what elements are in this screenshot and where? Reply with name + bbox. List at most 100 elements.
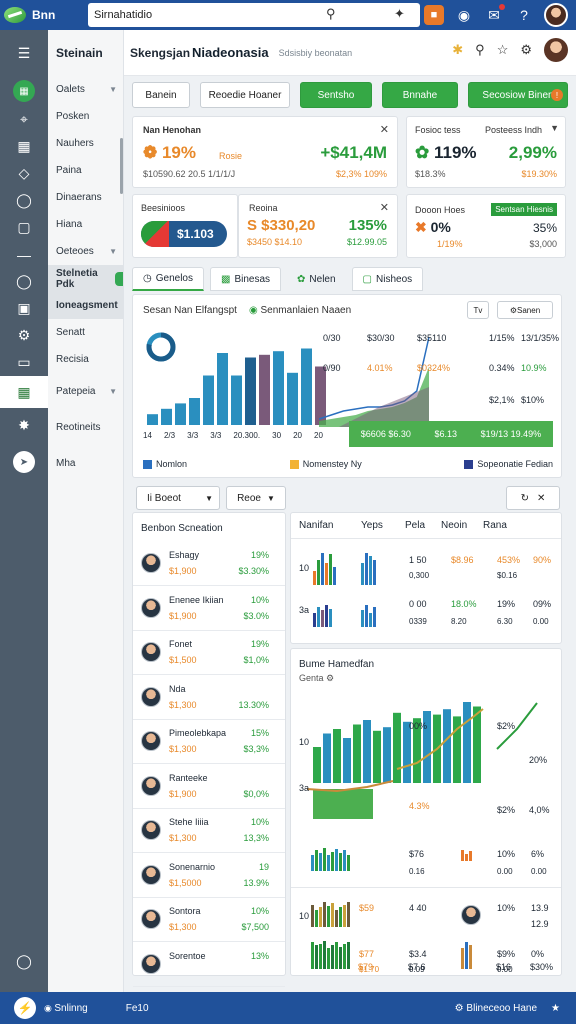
subnav-item[interactable]: Oalets ▼: [48, 76, 123, 103]
chart-label: $77: [359, 949, 375, 959]
legend-item[interactable]: Sopeonatie Fedian: [464, 459, 553, 470]
subnav-item[interactable]: Senatt: [48, 319, 123, 346]
subnav-item[interactable]: Oeteoes ▼: [48, 238, 123, 265]
column-header[interactable]: Yeps: [361, 520, 405, 531]
list-item[interactable]: Sonenarnio $1,5000 19 13.9%: [133, 853, 285, 898]
location-icon[interactable]: ◯: [0, 268, 48, 295]
tab-nisheos[interactable]: ▢ Nisheos: [351, 267, 424, 291]
summary-band: $6606 $6.30 $6.13 $19/13 19.49%: [349, 421, 553, 447]
menu-icon[interactable]: ☰: [0, 30, 48, 76]
action-button[interactable]: Reoedie Hoaner: [200, 82, 290, 108]
gear-icon[interactable]: ⚙: [455, 1003, 467, 1014]
list-item[interactable]: Ranteeke $1,900 $0,0%: [133, 764, 285, 809]
list-item[interactable]: Pimeolebkapa $1,300 15% $3,3%: [133, 719, 285, 764]
view-toggle[interactable]: ↻ ✕: [506, 486, 560, 510]
chart-label: 12.9: [531, 919, 549, 929]
list-item[interactable]: Eshagy $1,900 19% $3.30%: [133, 541, 285, 586]
mini-bar-chart: [311, 845, 350, 871]
settings-icon[interactable]: ⚙: [0, 322, 48, 349]
list-item[interactable]: Sontora $1,300 10% $7,500: [133, 897, 285, 942]
subnav-item[interactable]: Nauhers: [48, 130, 123, 157]
chat-icon[interactable]: ▢: [0, 214, 48, 241]
subnav-item-selected[interactable]: Stelnetia Pdk: [48, 265, 123, 292]
leaf-icon: ✿: [415, 143, 434, 162]
monitor-icon[interactable]: ▣: [0, 295, 48, 322]
subnav-item[interactable]: Recisia: [48, 346, 123, 373]
search-input[interactable]: [94, 9, 314, 21]
dashboard-icon[interactable]: ▦: [0, 76, 48, 106]
help-icon[interactable]: ?: [514, 5, 534, 25]
table-cell: 1 50: [409, 555, 427, 565]
column-header[interactable]: Nanifan: [291, 520, 361, 531]
plane-icon[interactable]: ➤: [0, 442, 48, 482]
sort-dropdown[interactable]: Reoe ▼: [226, 486, 286, 510]
search-box[interactable]: ⚲ ✦: [88, 3, 420, 27]
minus-icon[interactable]: —: [0, 241, 48, 268]
messages-icon[interactable]: ✉: [484, 4, 505, 25]
subnav-item[interactable]: Reotineits: [48, 409, 123, 445]
filter-button[interactable]: ⚙ Sanen: [497, 301, 553, 319]
legend-item[interactable]: Nomenstey Ny: [289, 459, 362, 470]
list-item[interactable]: Sorentoe 13%: [133, 942, 285, 987]
tab-binesas[interactable]: ▩ Binesas: [209, 267, 282, 291]
tab-nelen[interactable]: ✿ Nelen: [287, 267, 346, 291]
search-icon[interactable]: ⚲: [475, 42, 485, 58]
star-icon[interactable]: ✸: [0, 408, 48, 442]
lightning-icon[interactable]: ⚡: [14, 997, 36, 1019]
close-icon[interactable]: ✕: [380, 201, 389, 214]
search-icon[interactable]: ⚲: [326, 6, 336, 22]
settings-icon[interactable]: ⚙: [520, 42, 532, 58]
subnav-scrollbar[interactable]: [120, 138, 123, 194]
action-button[interactable]: Bnnahe: [382, 82, 458, 108]
subnav-item[interactable]: Ioneagsment: [48, 292, 123, 319]
gear-icon[interactable]: ⚙: [324, 673, 334, 683]
column-header[interactable]: Rana: [483, 520, 523, 531]
tab-genelos[interactable]: ◷ Genelos: [132, 267, 204, 291]
action-button[interactable]: Secosiow Binen!: [468, 82, 568, 108]
sparkle-icon[interactable]: ✦: [394, 6, 405, 22]
action-button[interactable]: Banein: [132, 82, 190, 108]
app-logo[interactable]: [0, 0, 30, 30]
grid-icon[interactable]: ⌖: [0, 106, 48, 133]
column-header[interactable]: Pela: [405, 520, 441, 531]
chart-label: $76: [409, 849, 425, 859]
person-name: Sontora: [169, 906, 201, 916]
mini-bar-chart: [361, 549, 376, 585]
subnav-item[interactable]: Patepeia ▼: [48, 373, 123, 409]
bar: [353, 724, 361, 783]
list-item[interactable]: Fonet $1,500 19% $1,0%: [133, 630, 285, 675]
globe-icon[interactable]: ◯: [0, 187, 48, 214]
subnav-item[interactable]: Posken: [48, 103, 123, 130]
mini-bar: [373, 607, 376, 627]
status-left: Snlinng: [54, 1002, 88, 1014]
chevron-down-icon[interactable]: ▼: [550, 123, 559, 133]
star-icon[interactable]: ★: [551, 1003, 560, 1014]
notification-icon[interactable]: ■: [424, 5, 444, 25]
close-icon[interactable]: ✕: [380, 123, 389, 136]
subnav-item[interactable]: Dinaerans: [48, 184, 123, 211]
star-icon[interactable]: ☆: [497, 42, 509, 58]
subnav-item[interactable]: Hiana: [48, 211, 123, 238]
calendar-icon[interactable]: ▦: [0, 133, 48, 160]
filter-dropdown[interactable]: Ii Boeot ▼: [136, 486, 220, 510]
camera-icon[interactable]: ◉: [454, 5, 474, 25]
help-icon[interactable]: ◯: [0, 948, 48, 975]
list-item[interactable]: Enenee Ikiian $1,900 10% $3.0%: [133, 586, 285, 631]
kpi-value: S $330,20: [247, 217, 316, 234]
list-item[interactable]: Stehe Iiiia $1,300 10% 13,3%: [133, 808, 285, 853]
legend-item[interactable]: Nomlon: [143, 459, 187, 470]
tag-icon[interactable]: ◇: [0, 160, 48, 187]
subnav-item[interactable]: Mha: [48, 445, 123, 481]
tv-button[interactable]: Tv: [467, 301, 489, 319]
bulb-icon[interactable]: ✱: [452, 42, 463, 58]
chart-label: $79: [358, 962, 374, 972]
column-header[interactable]: Neoin: [441, 520, 483, 531]
profile-avatar[interactable]: [544, 38, 568, 62]
device-icon[interactable]: ▭: [0, 349, 48, 376]
active-item-icon[interactable]: ▦: [0, 376, 48, 408]
kpi-tag: Rosie: [219, 151, 243, 161]
subnav-item[interactable]: Paina: [48, 157, 123, 184]
action-button[interactable]: Sentsho: [300, 82, 372, 108]
list-item[interactable]: Nda $1,300 13.30%: [133, 675, 285, 720]
user-avatar[interactable]: [544, 3, 568, 27]
